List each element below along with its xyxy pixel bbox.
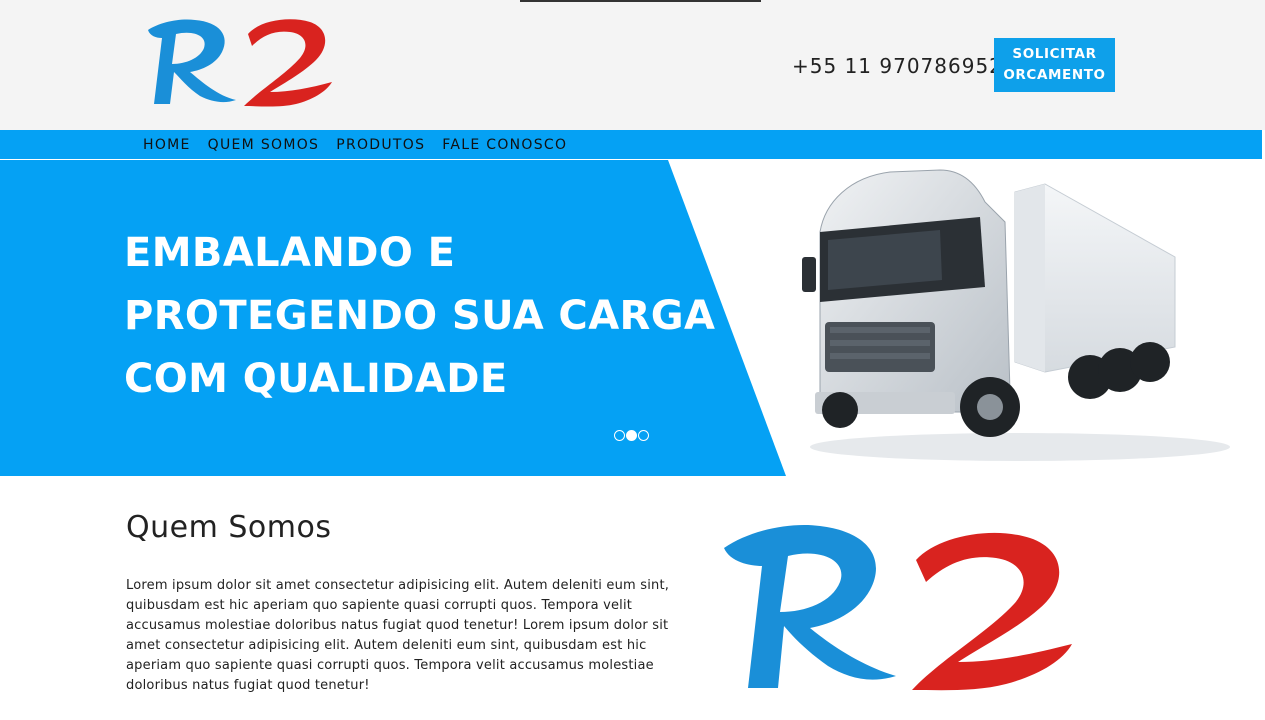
nav-item-home[interactable]: HOME: [143, 137, 191, 153]
phone-number[interactable]: +55 11 970786952: [792, 54, 1003, 78]
main-navigation: HOME QUEM SOMOS PRODUTOS FALE CONOSCO: [0, 130, 1262, 159]
site-header: +55 11 970786952 SOLICITAR ORCAMENTO: [0, 0, 1265, 130]
nav-item-quem-somos[interactable]: QUEM SOMOS: [208, 137, 320, 153]
r2-logo[interactable]: [140, 12, 345, 112]
about-title: Quem Somos: [126, 510, 332, 545]
slider-dot-2[interactable]: [626, 430, 637, 441]
hero-slider: EMBALANDO E PROTEGENDO SUA CARGA COM QUA…: [0, 160, 1265, 476]
nav-item-produtos[interactable]: PRODUTOS: [336, 137, 425, 153]
hero-title-line: EMBALANDO E: [124, 230, 456, 276]
top-divider: [520, 0, 761, 2]
r2-logo-large: [724, 524, 1072, 691]
nav-item-fale-conosco[interactable]: FALE CONOSCO: [442, 137, 567, 153]
about-section: Quem Somos Lorem ipsum dolor sit amet co…: [0, 476, 1265, 720]
request-quote-button[interactable]: SOLICITAR ORCAMENTO: [994, 38, 1115, 92]
slider-dots: [614, 430, 649, 441]
hero-title: EMBALANDO E PROTEGENDO SUA CARGA COM QUA…: [124, 222, 744, 411]
about-text: Lorem ipsum dolor sit amet consectetur a…: [126, 578, 670, 693]
hero-title-line: COM QUALIDADE: [124, 356, 508, 402]
hero-title-line: PROTEGENDO SUA CARGA: [124, 293, 716, 339]
slider-dot-3[interactable]: [638, 430, 649, 441]
slider-dot-1[interactable]: [614, 430, 625, 441]
truck-image: [802, 169, 1230, 461]
